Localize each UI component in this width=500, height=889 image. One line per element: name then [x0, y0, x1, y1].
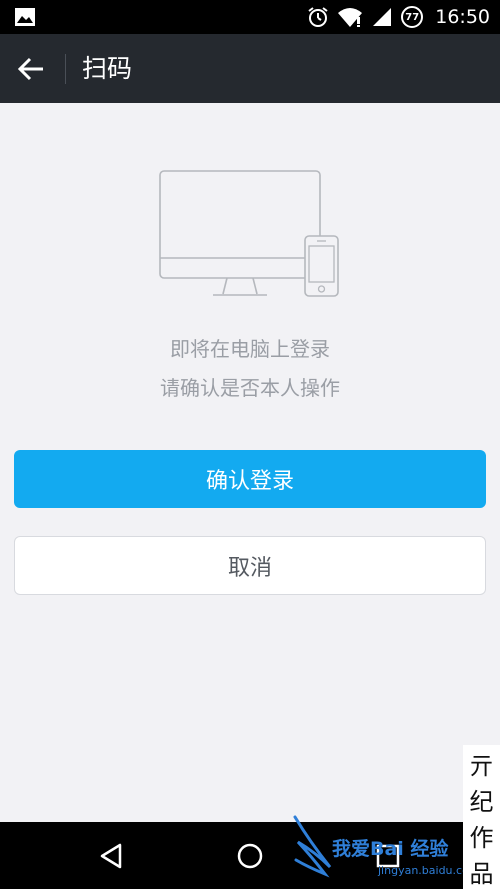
stamp-char-4: 品 — [469, 859, 494, 888]
message-line-1: 即将在电脑上登录 — [170, 337, 330, 361]
nav-recent-apps-button[interactable] — [368, 836, 408, 876]
wifi-icon — [338, 8, 363, 27]
arrow-left-icon — [17, 57, 43, 81]
nav-back-icon — [100, 843, 122, 869]
alarm-icon — [308, 7, 328, 27]
battery-level: 77 — [405, 11, 420, 23]
confirm-login-button[interactable]: 确认登录 — [14, 450, 486, 508]
status-bar: 77 16:50 — [0, 0, 500, 34]
nav-back-button[interactable] — [92, 836, 132, 876]
page-title: 扫码 — [82, 54, 133, 83]
app-header: 扫码 — [0, 34, 500, 103]
message-line-2: 请确认是否本人操作 — [160, 376, 340, 400]
cancel-label: 取消 — [227, 555, 272, 581]
cancel-button[interactable]: 取消 — [14, 536, 486, 595]
nav-home-icon — [237, 843, 263, 869]
stamp-char-1: 亓 — [469, 751, 494, 780]
nav-home-button[interactable] — [230, 836, 270, 876]
signal-icon — [373, 8, 392, 26]
monitor-and-phone-icon — [159, 170, 339, 297]
screen: 77 16:50 扫码 即将在电脑上登录 请确认是否本人操作 确认登录 取消 亓… — [0, 0, 500, 889]
watermark-stamp: 亓 纪 作 品 — [463, 745, 500, 889]
nav-bar — [0, 822, 500, 889]
gallery-icon — [15, 8, 35, 26]
nav-recent-apps-icon — [376, 844, 400, 868]
header-divider — [65, 54, 66, 84]
stamp-char-3: 作 — [469, 823, 494, 852]
stamp-char-2: 纪 — [469, 787, 494, 816]
confirm-login-label: 确认登录 — [205, 469, 294, 494]
back-button[interactable] — [14, 52, 48, 86]
status-time: 16:50 — [435, 6, 490, 28]
battery-icon: 77 — [401, 6, 424, 28]
status-icons: 77 16:50 — [307, 0, 490, 34]
